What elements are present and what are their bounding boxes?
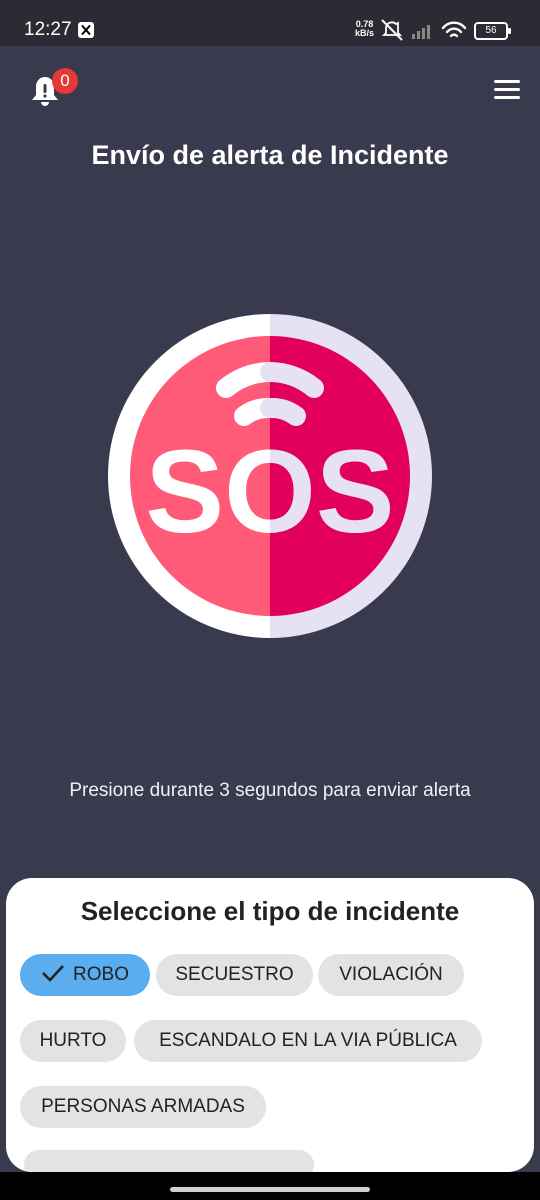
chip-partially-hidden[interactable]	[24, 1150, 314, 1172]
hamburger-menu-icon[interactable]	[494, 80, 520, 102]
status-bar: 12:27 0.78 kB/s 56	[0, 0, 540, 46]
chip-personas-armadas[interactable]: PERSONAS ARMADAS	[20, 1086, 266, 1128]
battery-indicator: 56	[474, 22, 511, 40]
status-time: 12:27	[24, 19, 72, 40]
home-gesture-handle[interactable]	[170, 1187, 370, 1192]
chip-secuestro[interactable]: SECUESTRO	[156, 954, 313, 996]
signal-icon	[412, 25, 430, 39]
check-icon	[42, 965, 64, 982]
navigation-bar	[0, 1172, 540, 1200]
chip-label: VIOLACIÓN	[339, 964, 443, 985]
chip-hurto[interactable]: HURTO	[20, 1020, 126, 1062]
chip-violacion[interactable]: VIOLACIÓN	[318, 954, 464, 996]
chip-escandalo[interactable]: ESCANDALO EN LA VIA PÚBLICA	[134, 1020, 482, 1062]
chip-label: SECUESTRO	[175, 964, 294, 985]
chip-label: HURTO	[39, 1030, 107, 1051]
chip-robo[interactable]: ROBO	[20, 954, 150, 996]
network-speed: 0.78 kB/s	[355, 20, 374, 38]
notification-badge: 0	[52, 68, 78, 94]
status-icons	[381, 19, 467, 41]
chip-label: ESCANDALO EN LA VIA PÚBLICA	[159, 1030, 457, 1051]
wifi-icon	[441, 21, 467, 38]
incident-type-sheet: Seleccione el tipo de incidente ROBO SEC…	[6, 878, 534, 1172]
sos-button[interactable]: SOS SOS	[108, 314, 432, 638]
chip-label: PERSONAS ARMADAS	[41, 1096, 245, 1117]
chip-label: ROBO	[73, 964, 129, 985]
sheet-title: Seleccione el tipo de incidente	[80, 896, 460, 926]
x-app-icon	[78, 22, 94, 38]
mute-icon	[381, 19, 403, 41]
page-title: Envío de alerta de Incidente	[91, 140, 449, 170]
sos-hint-text: Presione durante 3 segundos para enviar …	[69, 780, 471, 801]
network-speed-unit: kB/s	[355, 28, 375, 38]
